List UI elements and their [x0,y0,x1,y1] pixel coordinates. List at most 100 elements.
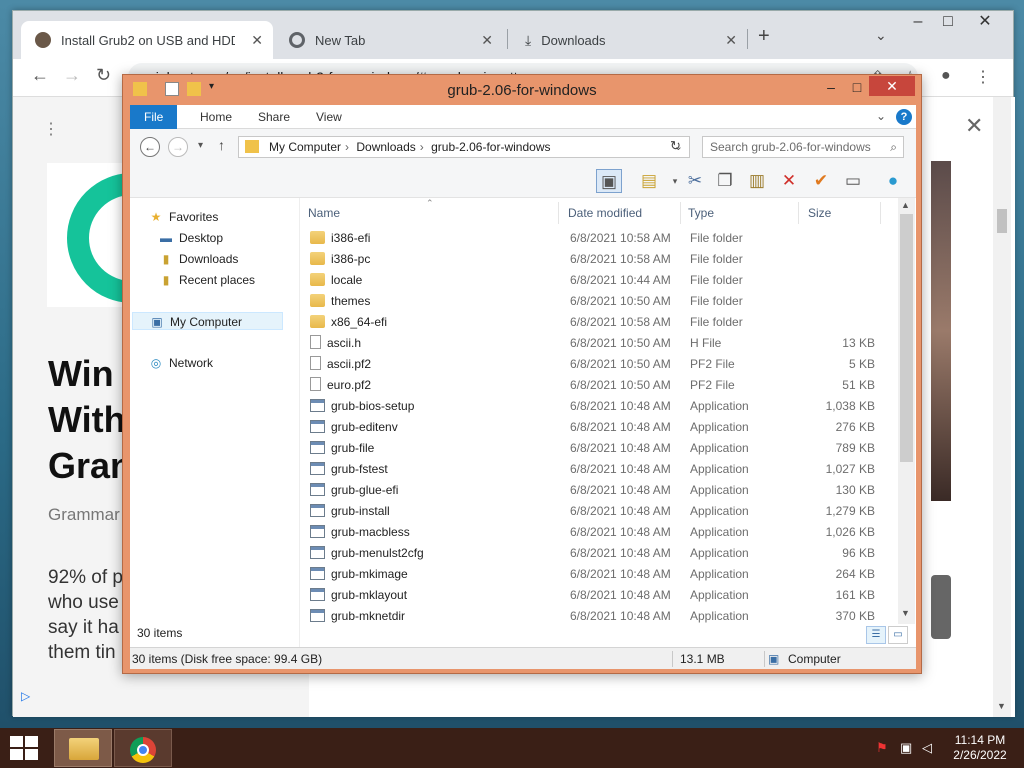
tab-new-tab[interactable]: New Tab ✕ [275,21,503,59]
close-ad-icon[interactable]: ✕ [965,113,983,139]
file-row[interactable]: locale 6/8/2021 10:44 AM File folder [302,270,900,291]
tab-grub-install[interactable]: Install Grub2 on USB and HDD fr ✕ [21,21,273,59]
file-row[interactable]: grub-menulst2cfg 6/8/2021 10:48 AM Applica… [302,543,900,564]
back-button[interactable]: ← [140,137,160,157]
menu-kebab-icon[interactable]: ⋮ [975,67,991,87]
column-separator[interactable] [680,202,681,224]
file-row[interactable]: ascii.h 6/8/2021 10:50 AM H File 13 KB [302,333,900,354]
file-row[interactable]: grub-editenv 6/8/2021 10:48 AM Application… [302,417,900,438]
close-button[interactable]: ✕ [963,11,1007,35]
large-icons-view-icon[interactable]: ▭ [888,626,908,644]
tab-home[interactable]: Home [186,105,246,129]
recent-locations-icon[interactable]: ▾ [198,140,203,151]
nav-favorites[interactable]: ★ Favorites [148,208,219,226]
breadcrumb-current-folder[interactable]: grub-2.06-for-windows [431,140,550,154]
tab-downloads[interactable]: ⤓ Downloads ✕ [511,21,747,59]
column-type[interactable]: Type [688,202,714,224]
tab-close-icon[interactable]: ✕ [481,32,493,49]
column-size[interactable]: Size [808,202,831,224]
details-view-icon[interactable]: ☰ [866,626,886,644]
file-row[interactable]: grub-mknetdir 6/8/2021 10:48 AM Applicatio… [302,606,900,624]
file-row[interactable]: grub-fstest 6/8/2021 10:48 AM Application 1… [302,459,900,480]
column-name[interactable]: Name [308,202,340,224]
network-tray-icon[interactable]: ▣ [900,740,912,756]
nav-downloads[interactable]: ▮ Downloads [158,250,239,268]
computer-icon: ▣ [151,315,163,329]
breadcrumb-my-computer[interactable]: My Computer [269,140,341,154]
maximize-button[interactable]: □ [843,77,871,97]
minimize-button[interactable]: – [817,77,845,97]
start-windows-icon[interactable] [10,736,40,760]
help-icon[interactable]: ? [896,109,912,125]
file-row[interactable]: grub-glue-efi 6/8/2021 10:48 AM Applicatio… [302,480,900,501]
scroll-down-icon[interactable]: ▼ [901,608,910,618]
file-row[interactable]: grub-bios-setup 6/8/2021 10:48 AM Applicat… [302,396,900,417]
file-row[interactable]: themes 6/8/2021 10:50 AM File folder [302,291,900,312]
search-input[interactable]: Search grub-2.06-for-windows ⌕ [702,136,904,158]
rename-check-icon[interactable]: ✔ [808,169,834,193]
globe-icon[interactable]: ● [880,169,906,193]
nav-desktop[interactable]: ▬ Desktop [158,229,223,247]
taskbar-file-explorer[interactable] [54,729,112,767]
file-row[interactable]: grub-mklayout 6/8/2021 10:48 AM Applicatio… [302,585,900,606]
ad-options-icon[interactable]: ⋮ [43,119,59,139]
file-row[interactable]: euro.pf2 6/8/2021 10:50 AM PF2 File 51 KB [302,375,900,396]
breadcrumb-downloads[interactable]: Downloads [356,140,415,154]
ribbon-expand-chevron-icon[interactable]: ⌄ [876,109,886,123]
file-row[interactable]: i386-efi 6/8/2021 10:58 AM File folder [302,228,900,249]
nav-recent-places[interactable]: ▮ Recent places [158,271,255,289]
delete-icon[interactable]: ✕ [776,169,802,193]
folder-options-icon[interactable]: ▤ [636,169,662,193]
action-center-flag-icon[interactable]: ⚑ [876,740,888,756]
scroll-down-icon[interactable]: ▼ [997,701,1006,711]
paste-icon[interactable]: ▥ [744,169,770,193]
nav-network[interactable]: ◎ Network [148,354,213,372]
file-row[interactable]: i386-pc 6/8/2021 10:58 AM File folder [302,249,900,270]
new-tab-button[interactable]: + [758,25,770,48]
properties-icon[interactable]: ▭ [840,169,866,193]
file-row[interactable]: x86_64-efi 6/8/2021 10:58 AM File folder [302,312,900,333]
column-separator[interactable] [880,202,881,224]
nav-my-computer[interactable]: ▣ My Computer [132,312,284,330]
file-row[interactable]: grub-install 6/8/2021 10:48 AM Application… [302,501,900,522]
clock-time: 11:14 PM [954,733,1006,747]
preview-pane-icon[interactable]: ▣ [596,169,622,193]
tab-view[interactable]: View [302,105,356,129]
explorer-titlebar[interactable]: ▾ grub-2.06-for-windows – □ ✕ [123,75,921,105]
profile-avatar-icon[interactable]: ● [941,67,951,85]
page-scrollbar[interactable]: ▼ [993,97,1011,717]
file-row[interactable]: ascii.pf2 6/8/2021 10:50 AM PF2 File 5 KB [302,354,900,375]
network-icon: ◎ [150,356,162,370]
refresh-icon[interactable]: ↻ [670,138,681,154]
taskbar-chrome[interactable] [114,729,172,767]
column-separator[interactable] [558,202,559,224]
tab-search-chevron-icon[interactable]: ⌄ [875,27,887,44]
adchoices-icon[interactable]: ▷ [21,689,30,703]
cut-icon[interactable]: ✂ [682,169,708,193]
tab-close-icon[interactable]: ✕ [251,32,263,49]
forward-arrow-icon[interactable]: → [63,65,81,86]
forward-button[interactable]: → [168,137,188,157]
taskbar-clock[interactable]: 11:14 PM 2/26/2022 [940,733,1020,763]
column-separator[interactable] [798,202,799,224]
tab-file[interactable]: File [130,105,178,129]
reload-icon[interactable]: ↻ [96,65,111,86]
scrollbar-thumb[interactable] [997,209,1007,233]
close-button[interactable]: ✕ [869,76,915,96]
file-list-scrollbar[interactable]: ▲ ▼ [898,198,915,624]
address-breadcrumb[interactable]: My Computer › Downloads › grub-2.06-for-wi… [238,136,690,158]
tab-close-icon[interactable]: ✕ [725,32,737,49]
minimize-button[interactable]: – [901,11,935,35]
file-row[interactable]: grub-mkimage 6/8/2021 10:48 AM Application… [302,564,900,585]
up-arrow-icon[interactable]: ↑ [218,137,225,153]
scrollbar-thumb[interactable] [900,214,913,462]
scroll-up-icon[interactable]: ▲ [901,200,910,210]
copy-icon[interactable]: ❐ [712,169,738,193]
volume-muted-icon[interactable]: ◁ [922,740,932,756]
back-arrow-icon[interactable]: ← [31,65,49,86]
file-row[interactable]: grub-file 6/8/2021 10:48 AM Application 789… [302,438,900,459]
maximize-button[interactable]: □ [931,11,965,35]
file-row[interactable]: grub-macbless 6/8/2021 10:48 AM Applicatio… [302,522,900,543]
column-date-modified[interactable]: Date modified [568,202,642,224]
tab-share[interactable]: Share [244,105,304,129]
